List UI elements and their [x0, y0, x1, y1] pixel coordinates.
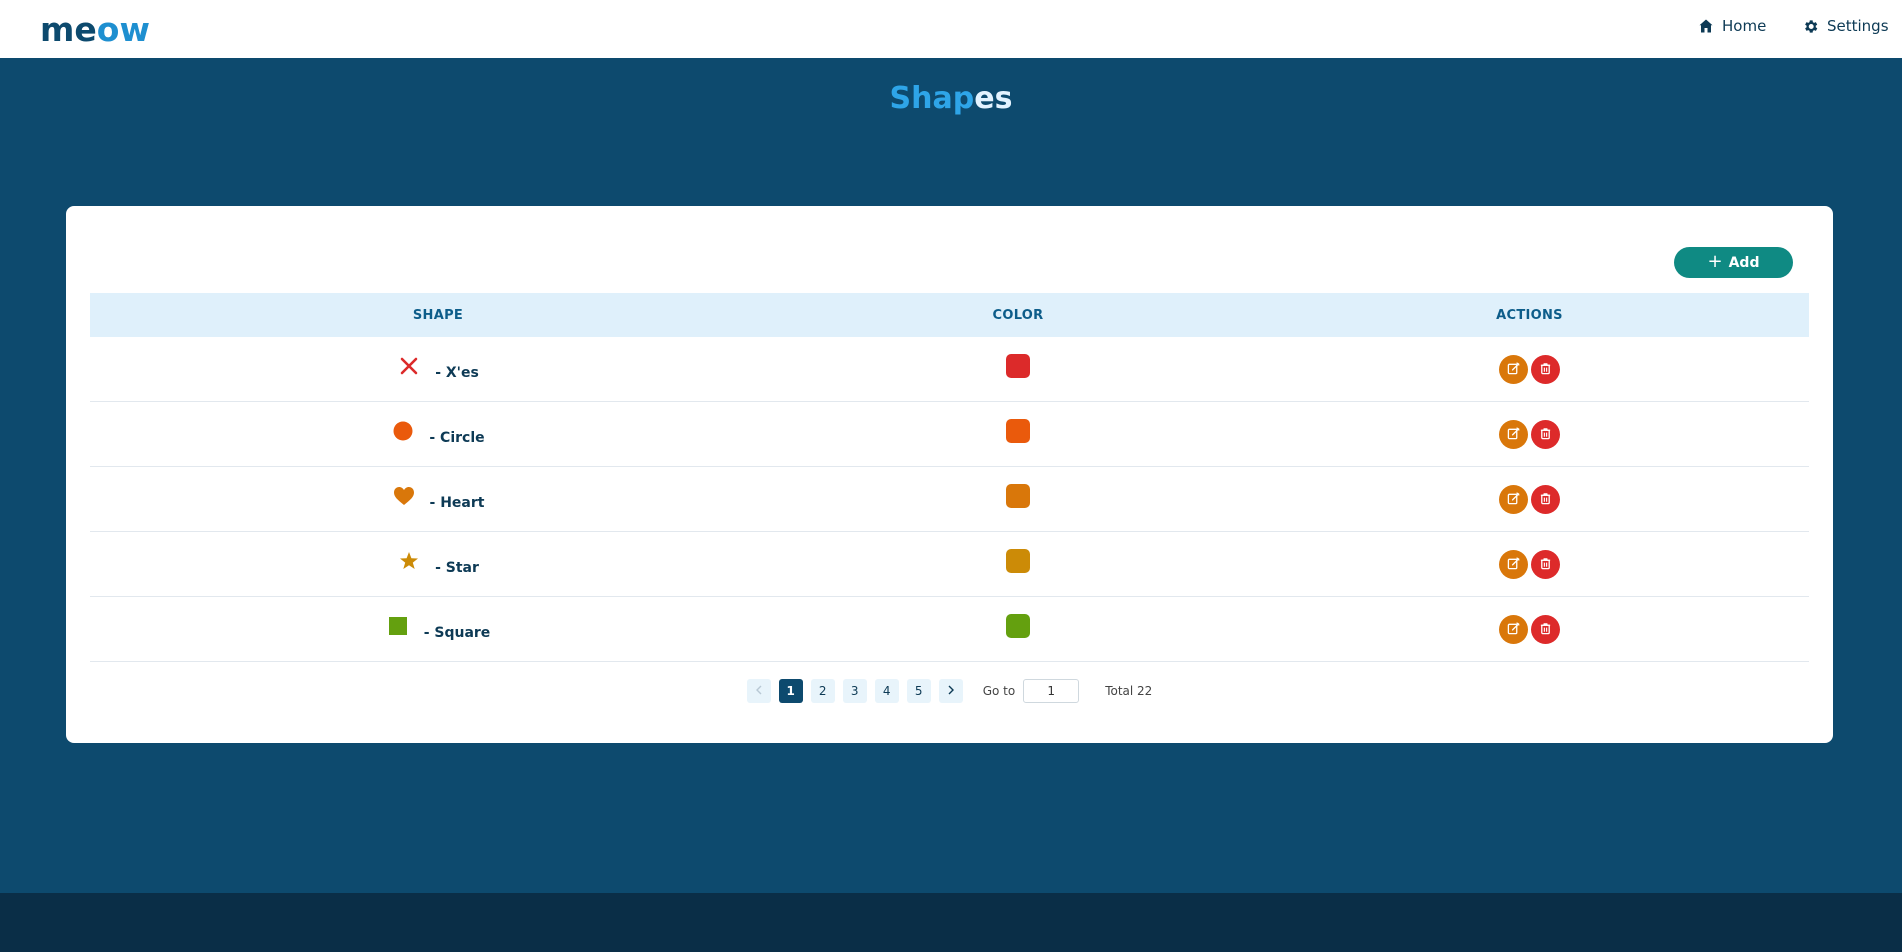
plus-icon: +: [1707, 250, 1723, 272]
shape-label: - X'es: [435, 365, 479, 381]
shape-label: - Square: [423, 625, 491, 641]
chevron-left-icon: [755, 684, 763, 698]
page-title-part-2: es: [974, 81, 1013, 116]
logo-part-1: me: [40, 10, 97, 49]
color-cell: [786, 354, 1250, 378]
star-icon: [397, 549, 421, 573]
shape-label: - Heart: [429, 495, 485, 511]
actions-cell: [1250, 614, 1809, 644]
edit-button[interactable]: [1499, 484, 1528, 514]
actions-cell: [1250, 419, 1809, 449]
total-count: Total 22: [1105, 684, 1153, 698]
color-cell: [786, 549, 1250, 573]
page-3-button[interactable]: 3: [842, 679, 867, 703]
trash-icon: [1539, 555, 1552, 574]
table-row: - Star: [90, 532, 1809, 597]
delete-button[interactable]: [1531, 549, 1560, 579]
nav-home-label: Home: [1722, 17, 1767, 35]
heart-icon: [392, 484, 416, 508]
delete-button[interactable]: [1531, 419, 1560, 449]
add-button-label: Add: [1728, 254, 1760, 271]
chevron-right-icon: [947, 684, 955, 698]
edit-icon: [1507, 490, 1520, 509]
page-2-button[interactable]: 2: [810, 679, 835, 703]
shape-cell: - Square: [90, 617, 786, 641]
nav-settings[interactable]: Settings: [1802, 15, 1889, 37]
logo-part-2: ow: [96, 10, 150, 49]
actions-cell: [1250, 549, 1809, 579]
color-cell: [786, 614, 1250, 638]
delete-button[interactable]: [1531, 614, 1560, 644]
prev-page-button[interactable]: [746, 679, 771, 703]
top-bar: meow Home Settings: [0, 0, 1902, 58]
logo[interactable]: meow: [40, 10, 150, 50]
edit-icon: [1507, 425, 1520, 444]
nav-settings-label: Settings: [1827, 17, 1889, 35]
page-1-button[interactable]: 1: [778, 679, 803, 703]
page-5-button[interactable]: 5: [906, 679, 931, 703]
page-title-part-1: Shap: [889, 81, 975, 116]
shape-cell: - Heart: [90, 487, 786, 511]
trash-icon: [1539, 620, 1552, 639]
column-header-color: COLOR: [992, 307, 1044, 323]
goto-label: Go to: [982, 684, 1016, 698]
edit-icon: [1507, 620, 1520, 639]
table-row: - Circle: [90, 402, 1809, 467]
color-swatch: [1006, 614, 1030, 638]
pagination: 1 2 3 4 5 Go to Total 22: [66, 679, 1833, 703]
color-swatch: [1006, 484, 1030, 508]
shape-label: - Circle: [429, 430, 485, 446]
shape-cell: - Circle: [90, 419, 786, 446]
table-body: - X'es - Circle - Heart - Star - Square: [90, 337, 1809, 662]
edit-icon: [1507, 360, 1520, 379]
shapes-card: + Add SHAPE COLOR ACTIONS - X'es - Circle…: [66, 206, 1833, 743]
square-icon: [386, 614, 410, 638]
edit-button[interactable]: [1499, 614, 1528, 644]
nav-home[interactable]: Home: [1698, 15, 1766, 37]
goto-page-input[interactable]: [1023, 679, 1080, 703]
delete-button[interactable]: [1531, 484, 1560, 514]
page-4-button[interactable]: 4: [874, 679, 899, 703]
table-row: - X'es: [90, 337, 1809, 402]
circle-icon: [391, 419, 415, 443]
table-row: - Square: [90, 597, 1809, 662]
column-header-shape: SHAPE: [412, 307, 464, 323]
actions-cell: [1250, 484, 1809, 514]
home-icon: [1698, 18, 1714, 34]
shapes-table: SHAPE COLOR ACTIONS - X'es - Circle - Hear…: [90, 293, 1809, 662]
shape-label: - Star: [435, 560, 479, 576]
column-header-actions: ACTIONS: [1496, 307, 1563, 323]
page-title: Shapes: [0, 78, 1902, 120]
actions-cell: [1250, 354, 1809, 384]
edit-button[interactable]: [1499, 354, 1528, 384]
color-swatch: [1006, 354, 1030, 378]
trash-icon: [1539, 490, 1552, 509]
shape-cell: - X'es: [90, 357, 786, 381]
trash-icon: [1539, 425, 1552, 444]
color-swatch: [1006, 549, 1030, 573]
edit-icon: [1507, 555, 1520, 574]
table-row: - Heart: [90, 467, 1809, 532]
trash-icon: [1539, 360, 1552, 379]
edit-button[interactable]: [1499, 419, 1528, 449]
delete-button[interactable]: [1531, 354, 1560, 384]
table-header: SHAPE COLOR ACTIONS: [90, 293, 1809, 337]
add-button[interactable]: + Add: [1674, 247, 1793, 278]
color-cell: [786, 419, 1250, 443]
color-cell: [786, 484, 1250, 508]
footer: [0, 893, 1902, 952]
edit-button[interactable]: [1499, 549, 1528, 579]
gear-icon: [1802, 18, 1819, 35]
x-mark-icon: [397, 354, 421, 378]
next-page-button[interactable]: [938, 679, 963, 703]
shape-cell: - Star: [90, 552, 786, 576]
color-swatch: [1006, 419, 1030, 443]
